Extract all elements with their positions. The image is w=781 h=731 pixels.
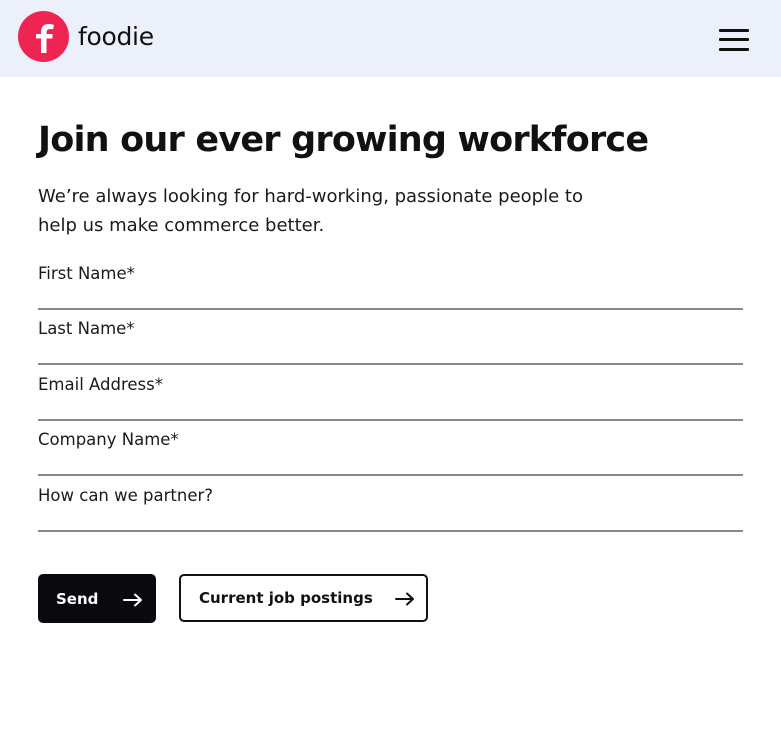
email-address-field [38, 365, 743, 421]
send-button-label: Send [56, 589, 99, 608]
last-name-input[interactable] [38, 309, 743, 348]
first-name-input[interactable] [38, 254, 743, 292]
partner-field [38, 476, 743, 532]
foodie-logo-icon [18, 11, 69, 62]
hamburger-menu-button[interactable] [713, 23, 755, 55]
contact-form [38, 254, 743, 532]
page-title: Join our ever growing workforce [38, 120, 649, 160]
hamburger-menu-icon [719, 48, 749, 51]
brand-name: foodie [78, 22, 154, 51]
current-job-postings-button[interactable]: Current job postings [179, 574, 428, 622]
current-job-postings-label: Current job postings [199, 589, 373, 607]
email-address-input[interactable] [38, 365, 743, 403]
arrow-right-icon [394, 592, 415, 606]
last-name-field [38, 309, 743, 365]
intro-text: We’re always looking for hard-working, p… [38, 186, 583, 236]
partner-input[interactable] [38, 476, 743, 514]
first-name-field [38, 254, 743, 310]
company-name-input[interactable] [38, 420, 743, 459]
site-header: foodie [0, 0, 781, 77]
careers-section: Join our ever growing workforce We’re al… [38, 77, 743, 532]
form-actions: Send Current job postings [38, 574, 428, 623]
hamburger-menu-icon [719, 38, 749, 41]
hamburger-menu-icon [719, 29, 749, 32]
company-name-field [38, 420, 743, 476]
brand-logo-link[interactable]: foodie [18, 11, 154, 62]
send-button[interactable]: Send [38, 574, 156, 623]
arrow-right-icon [123, 593, 143, 607]
